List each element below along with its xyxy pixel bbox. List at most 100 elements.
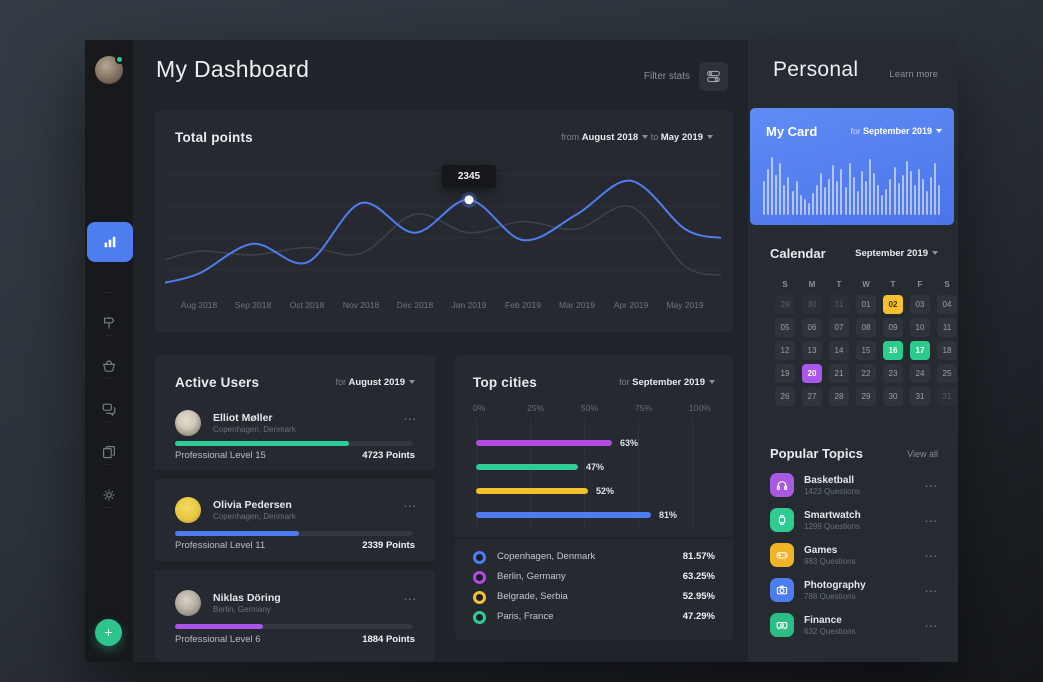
topic-count: 632 Questions [804,627,856,636]
calendar-day[interactable]: 19 [775,364,795,383]
card-bar [857,191,859,215]
card-title: Total points [175,130,253,145]
calendar-day[interactable]: 24 [910,364,930,383]
calendar-period-dropdown[interactable]: September 2019 [855,248,928,259]
x-axis-label: Feb 2019 [505,300,541,310]
calendar-day[interactable]: 26 [775,387,795,406]
more-menu-button[interactable]: ... [925,619,938,630]
more-menu-button[interactable]: ... [925,514,938,525]
calendar-day[interactable]: 21 [829,364,849,383]
card-bar [894,167,896,215]
legend-dot [473,551,486,564]
calendar-day[interactable]: 22 [856,364,876,383]
card-bar [845,187,847,215]
calendar-day[interactable]: 06 [802,318,822,337]
sidebar-divider [105,335,113,336]
topic-row[interactable]: Basketball 1423 Questions ... [748,473,958,503]
axis-tick-label: 25% [527,403,544,413]
period-dropdown[interactable]: September 2019 [863,126,932,136]
period-dropdown[interactable]: September 2019 [632,377,705,388]
calendar-day[interactable]: 08 [856,318,876,337]
calendar-day[interactable]: 13 [802,341,822,360]
active-users-card: Active Users for August 2019 Elliot Møll… [155,355,435,662]
calendar-day[interactable]: 01 [856,295,876,314]
filter-stats-button[interactable] [699,62,728,91]
divider [155,470,435,479]
add-button[interactable]: + [95,619,122,646]
topic-row[interactable]: Games 983 Questions ... [748,543,958,573]
my-card: My Card for September 2019 [750,108,954,225]
sidebar-item-settings[interactable] [85,480,133,510]
calendar-day[interactable]: 07 [829,318,849,337]
calendar-day[interactable]: 17 [910,341,930,360]
card-bar [922,179,924,215]
topic-row[interactable]: Photography 788 Questions ... [748,578,958,608]
calendar-day[interactable]: 28 [829,387,849,406]
view-all-link[interactable]: View all [907,449,938,459]
learn-more-link[interactable]: Learn more [889,69,938,80]
line-series-current [165,181,721,284]
calendar-day[interactable]: 31 [937,387,957,406]
calendar-day[interactable]: 02 [883,295,903,314]
more-menu-button[interactable]: ... [925,479,938,490]
to-value-dropdown[interactable]: May 2019 [661,132,703,143]
legend-value: 47.29% [683,611,715,622]
user-level: Professional Level 11 [175,540,265,551]
calendar-day[interactable]: 03 [910,295,930,314]
more-menu-button[interactable]: ... [925,549,938,560]
topic-count: 788 Questions [804,592,856,601]
card-bar [885,189,887,215]
more-menu-button[interactable]: ... [404,499,417,510]
highlight-dot[interactable] [465,195,474,204]
user-level: Professional Level 6 [175,634,261,645]
card-bar [787,177,789,215]
calendar-day[interactable]: 18 [937,341,957,360]
calendar-day[interactable]: 31 [829,295,849,314]
calendar-day[interactable]: 30 [802,295,822,314]
banknote-icon [770,613,794,637]
calendar-day[interactable]: 10 [910,318,930,337]
calendar-day[interactable]: 23 [883,364,903,383]
calendar-day[interactable]: 29 [775,295,795,314]
sidebar-item-milestones[interactable] [85,308,133,338]
calendar-day[interactable]: 20 [802,364,822,383]
calendar-day[interactable]: 27 [802,387,822,406]
from-value-dropdown[interactable]: August 2018 [582,132,639,143]
x-axis-label: May 2019 [666,300,703,310]
calendar-day[interactable]: 15 [856,341,876,360]
user-points: 2339 Points [362,540,415,551]
calendar-day[interactable]: 09 [883,318,903,337]
card-bar [840,169,842,215]
period-dropdown[interactable]: August 2019 [349,377,406,388]
more-menu-button[interactable]: ... [925,584,938,595]
user-location: Copenhagen, Denmark [213,512,296,521]
avatar[interactable] [95,56,123,84]
sidebar-item-basket[interactable] [85,351,133,381]
calendar-day[interactable]: 04 [937,295,957,314]
sidebar-item-documents[interactable] [85,437,133,467]
legend-city-label: Paris, France [497,611,554,622]
filter-stats-label: Filter stats [644,71,690,82]
calendar-day[interactable]: 16 [883,341,903,360]
calendar-day[interactable]: 14 [829,341,849,360]
sidebar-item-dashboard[interactable] [87,222,133,262]
calendar-day[interactable]: 31 [910,387,930,406]
calendar-day[interactable]: 25 [937,364,957,383]
topic-row[interactable]: Smartwatch 1299 Questions ... [748,508,958,538]
calendar-day[interactable]: 11 [937,318,957,337]
card-bar [804,199,806,215]
legend-dot [473,591,486,604]
card-bar [914,185,916,215]
sidebar-item-messages[interactable] [85,394,133,424]
topic-count: 983 Questions [804,557,856,566]
calendar-day[interactable]: 30 [883,387,903,406]
calendar-day[interactable]: 12 [775,341,795,360]
calendar-day[interactable]: 05 [775,318,795,337]
topic-row[interactable]: Finance 632 Questions ... [748,613,958,643]
page-title: My Dashboard [156,56,309,83]
more-menu-button[interactable]: ... [404,412,417,423]
card-title: Active Users [175,375,259,390]
more-menu-button[interactable]: ... [404,592,417,603]
calendar-day[interactable]: 29 [856,387,876,406]
x-axis-label: Nov 2018 [343,300,379,310]
